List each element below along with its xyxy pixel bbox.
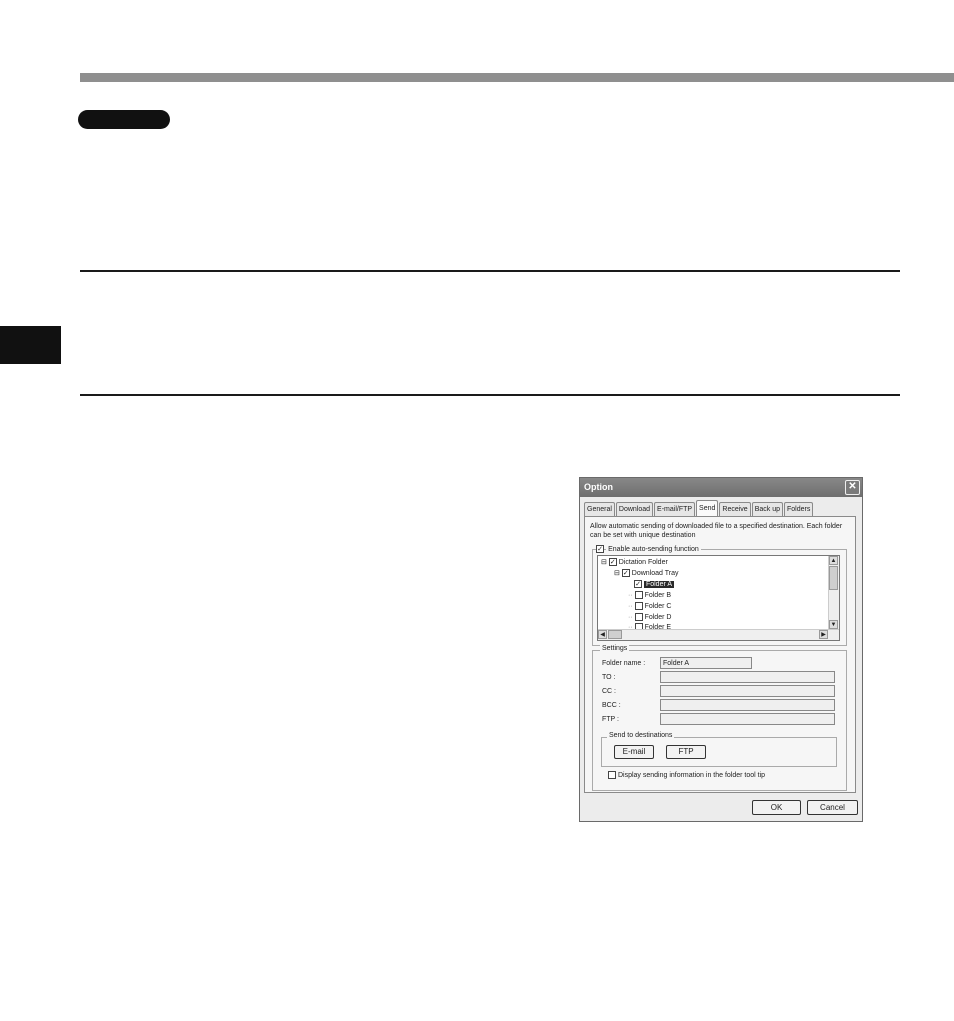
send-to-legend: Send to destinations: [607, 732, 675, 739]
triangle-down-icon[interactable]: ▼: [829, 620, 838, 629]
triangle-left-icon[interactable]: ◀: [598, 630, 607, 639]
tree-checkbox[interactable]: [634, 613, 643, 622]
display-info-label: Display sending information in the folde…: [617, 771, 766, 779]
close-icon[interactable]: ✕: [845, 480, 860, 495]
ftp-field[interactable]: [660, 713, 835, 725]
tree-checkbox[interactable]: ✓: [634, 580, 642, 589]
triangle-right-icon[interactable]: ▶: [819, 630, 828, 639]
to-field[interactable]: [660, 671, 835, 683]
dialog-titlebar: Option ✕: [580, 478, 862, 497]
folder-name-label: Folder name :: [602, 660, 646, 667]
tab-download[interactable]: Download: [615, 502, 654, 516]
to-label: TO :: [602, 674, 616, 681]
enable-auto-sending[interactable]: ✓ Enable auto-sending function: [596, 544, 701, 554]
tab-receive[interactable]: Receive: [719, 502, 751, 516]
cc-field[interactable]: [660, 685, 835, 697]
tree-node-folder-d[interactable]: ·· Folder D: [628, 613, 671, 623]
chapter-side-tab: [0, 326, 61, 364]
settings-legend: Settings: [600, 645, 630, 652]
ok-button[interactable]: OK: [752, 800, 801, 815]
tree-checkbox[interactable]: [634, 602, 643, 611]
minus-box-icon[interactable]: ⊟: [601, 559, 607, 566]
tab-general[interactable]: General: [584, 502, 615, 516]
email-button[interactable]: E-mail: [614, 745, 654, 759]
tab-send[interactable]: Send: [696, 500, 719, 516]
header-bar: [80, 73, 954, 82]
minus-box-icon[interactable]: ⊟: [614, 570, 620, 577]
tree-checkbox[interactable]: ✓: [621, 569, 630, 578]
tree-node-dictation-folder[interactable]: ⊟ ✓ Dictation Folder: [601, 558, 668, 568]
tree-checkbox[interactable]: ✓: [608, 558, 617, 567]
dialog-title: Option: [584, 482, 613, 492]
ftp-label: FTP :: [602, 716, 619, 723]
bcc-field[interactable]: [660, 699, 835, 711]
send-description: Allow automatic sending of downloaded fi…: [590, 523, 843, 539]
tree-node-folder-a[interactable]: ✓ Folder A: [634, 580, 675, 590]
ftp-button[interactable]: FTP: [666, 745, 706, 759]
tree-horizontal-scrollbar[interactable]: ◀ ▶: [598, 629, 839, 640]
tree-checkbox[interactable]: [634, 591, 643, 600]
display-info-option[interactable]: Display sending information in the folde…: [608, 771, 765, 779]
divider-bottom: [80, 394, 900, 396]
option-dialog: Option ✕ General Download E-mail/FTP Sen…: [579, 477, 863, 822]
tab-folders[interactable]: Folders: [784, 502, 814, 516]
scroll-thumb[interactable]: [829, 566, 838, 590]
tab-email-ftp[interactable]: E-mail/FTP: [654, 502, 696, 516]
cc-label: CC :: [602, 688, 616, 695]
tree-node-folder-c[interactable]: ·· Folder C: [628, 602, 671, 612]
tree-node-download-tray[interactable]: ⊟ ✓ Download Tray: [614, 569, 678, 579]
enable-label: Enable auto-sending function: [606, 546, 701, 553]
tree-vertical-scrollbar[interactable]: ▲ ▼: [828, 556, 839, 630]
tab-back-up[interactable]: Back up: [751, 502, 783, 516]
folder-name-field: Folder A: [660, 657, 752, 669]
folder-tree[interactable]: ⊟ ✓ Dictation Folder ⊟ ✓ Download Tray ✓…: [597, 555, 840, 641]
section-pill: [78, 110, 170, 129]
display-info-checkbox[interactable]: [608, 771, 616, 779]
bcc-label: BCC :: [602, 702, 621, 709]
divider-top: [80, 270, 900, 272]
enable-checkbox[interactable]: ✓: [596, 545, 604, 554]
tree-node-folder-b[interactable]: ·· Folder B: [628, 591, 671, 601]
hscroll-thumb[interactable]: [608, 630, 622, 639]
triangle-up-icon[interactable]: ▲: [829, 556, 838, 565]
cancel-button[interactable]: Cancel: [807, 800, 858, 815]
tab-strip: General Download E-mail/FTP Send Receive…: [584, 500, 814, 516]
